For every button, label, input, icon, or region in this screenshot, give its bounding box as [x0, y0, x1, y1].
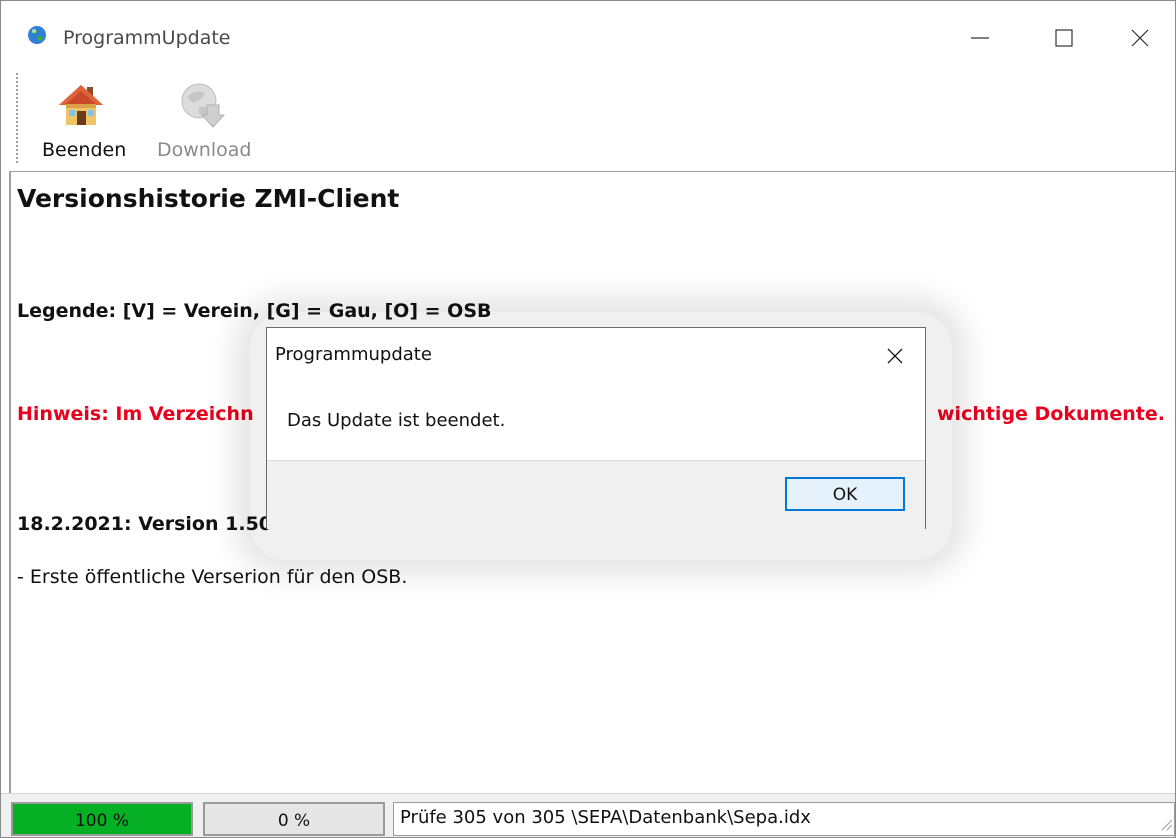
- minimize-button[interactable]: [951, 15, 1009, 61]
- window-title: ProgrammUpdate: [63, 27, 231, 49]
- status-message: Prüfe 305 von 305 \SEPA\Datenbank\Sepa.i…: [393, 802, 1175, 836]
- maximize-icon: [1055, 29, 1073, 47]
- dialog-message: Das Update ist beendet.: [287, 410, 506, 431]
- progress-bar-total: 100 %: [11, 802, 193, 836]
- minimize-icon: [971, 37, 989, 39]
- progress-text-file: 0 %: [277, 811, 311, 831]
- download-button[interactable]: Download: [151, 73, 261, 165]
- dialog-close-button[interactable]: [881, 342, 909, 370]
- progress-bar-file: 0 %: [203, 802, 385, 836]
- close-icon: [1131, 29, 1149, 47]
- toolbar-grip[interactable]: [16, 73, 18, 165]
- title-bar: ProgrammUpdate: [1, 1, 1175, 65]
- dialog-title: Programmupdate: [275, 344, 432, 365]
- home-icon: [57, 81, 105, 129]
- maximize-button[interactable]: [1035, 15, 1093, 61]
- version-heading: 18.2.2021: Version 1.50: [17, 513, 273, 535]
- download-icon: [177, 81, 226, 129]
- dialog-footer: OK: [267, 460, 925, 529]
- status-bar: 100 % 0 % Prüfe 305 von 305 \SEPA\Datenb…: [1, 793, 1175, 837]
- beenden-button[interactable]: Beenden: [37, 73, 137, 165]
- ok-button[interactable]: OK: [785, 477, 905, 511]
- close-icon: [887, 348, 903, 364]
- hint-text: Hinweis: Im Verzeichn wichtige Dokumente…: [17, 403, 1165, 425]
- progress-text-total: 100 %: [74, 811, 129, 831]
- version-note: - Erste öffentliche Verserion für den OS…: [17, 566, 408, 588]
- resize-grip-icon[interactable]: [1159, 817, 1173, 836]
- download-label: Download: [157, 139, 252, 161]
- hint-text-start: Hinweis: Im Verzeichn: [17, 403, 254, 425]
- globe-icon: [27, 25, 47, 45]
- hint-text-end: wichtige Dokumente.: [937, 403, 1165, 425]
- page-title: Versionshistorie ZMI-Client: [17, 184, 400, 213]
- beenden-label: Beenden: [42, 139, 127, 161]
- toolbar: Beenden Download: [1, 65, 1175, 171]
- message-dialog: Programmupdate Das Update ist beendet. O…: [266, 327, 926, 529]
- close-button[interactable]: [1111, 15, 1169, 61]
